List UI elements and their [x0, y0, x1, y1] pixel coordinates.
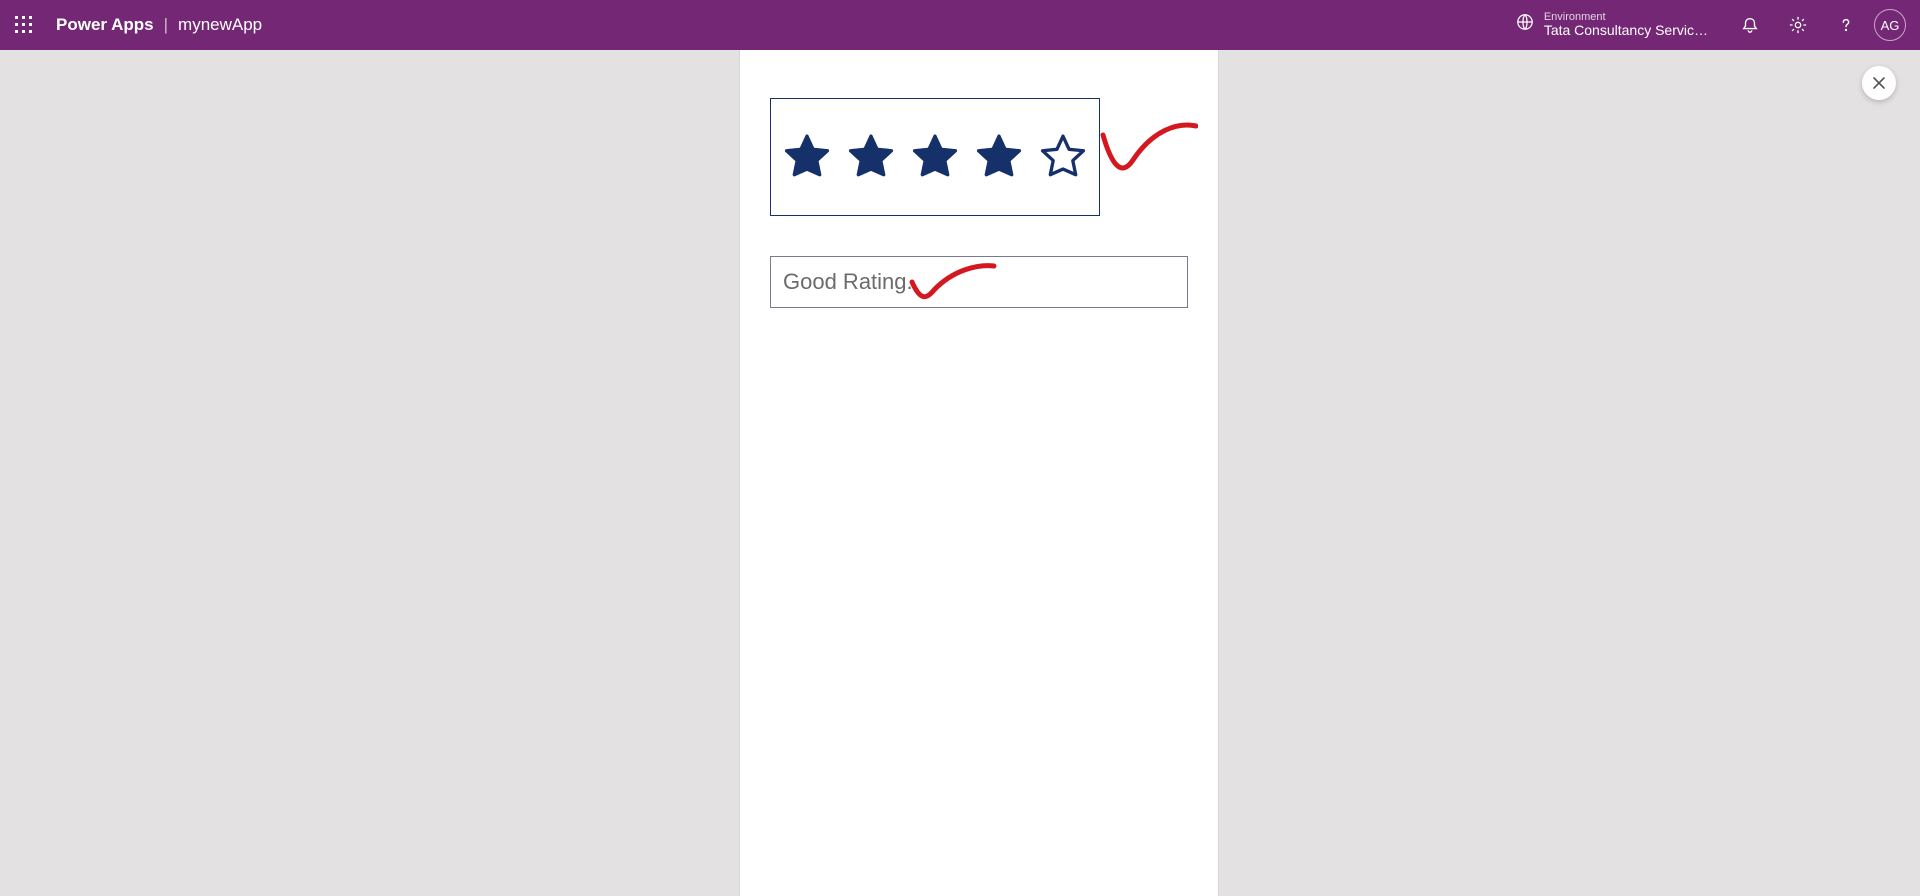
gear-icon: [1789, 16, 1807, 34]
environment-name: Tata Consultancy Servic…: [1544, 23, 1708, 38]
annotation-check-1: [1098, 120, 1198, 180]
notifications-button[interactable]: [1726, 0, 1774, 50]
titlebar: Power Apps | mynewApp Environment Tata C…: [0, 0, 1920, 50]
close-preview-button[interactable]: [1862, 66, 1896, 100]
rating-control[interactable]: [770, 98, 1100, 216]
product-name: Power Apps: [56, 15, 154, 35]
star-2-icon[interactable]: [846, 132, 896, 182]
help-button[interactable]: [1822, 0, 1870, 50]
environment-picker[interactable]: Environment Tata Consultancy Servic…: [1516, 11, 1708, 38]
star-1-icon[interactable]: [782, 132, 832, 182]
star-3-icon[interactable]: [910, 132, 960, 182]
app-canvas: Good Rating.: [740, 50, 1218, 896]
account-avatar[interactable]: AG: [1874, 9, 1906, 41]
environment-label: Environment: [1544, 11, 1708, 23]
app-name: mynewApp: [178, 15, 262, 35]
star-4-icon[interactable]: [974, 132, 1024, 182]
rating-text-value: Good Rating.: [783, 269, 913, 295]
title-divider: |: [164, 15, 168, 35]
star-5-icon[interactable]: [1038, 132, 1088, 182]
titlebar-right: Environment Tata Consultancy Servic…: [1516, 0, 1920, 50]
rating-text-input[interactable]: Good Rating.: [770, 256, 1188, 308]
settings-button[interactable]: [1774, 0, 1822, 50]
app-launcher-button[interactable]: [0, 0, 48, 50]
help-icon: [1837, 16, 1855, 34]
bell-icon: [1741, 16, 1759, 34]
globe-icon: [1516, 13, 1534, 36]
waffle-icon: [15, 16, 33, 34]
close-icon: [1872, 76, 1886, 90]
avatar-initials: AG: [1881, 18, 1900, 33]
